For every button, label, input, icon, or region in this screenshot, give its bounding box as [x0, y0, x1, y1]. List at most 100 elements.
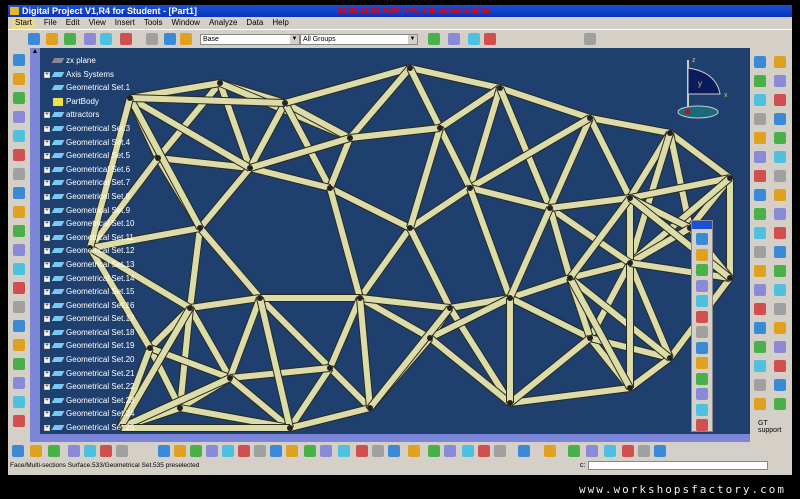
toolbar-button[interactable]: [754, 265, 766, 277]
toolbar-button[interactable]: [754, 132, 766, 144]
toolbar-button[interactable]: [774, 303, 786, 315]
expand-icon[interactable]: +: [44, 397, 50, 404]
expand-icon[interactable]: +: [44, 289, 50, 296]
menu-insert[interactable]: Insert: [115, 17, 135, 29]
toolbar-button[interactable]: [774, 341, 786, 353]
toolbar-button[interactable]: [222, 445, 234, 457]
toolbar-button[interactable]: [696, 419, 708, 431]
toolbar-button[interactable]: [13, 320, 25, 332]
toolbar-button[interactable]: [448, 33, 460, 45]
toolbar-button[interactable]: [754, 246, 766, 258]
tree-item[interactable]: + attractors: [42, 108, 134, 122]
toolbar-button[interactable]: [13, 415, 25, 427]
horizontal-scrollbar[interactable]: [30, 434, 750, 442]
toolbar-button[interactable]: [696, 233, 708, 245]
tree-scrollbar[interactable]: ▲: [30, 48, 40, 434]
tree-item[interactable]: + Geometrical Set.21: [42, 367, 134, 381]
toolbar-button[interactable]: [544, 445, 556, 457]
toolbar-button[interactable]: [286, 445, 298, 457]
toolbar-button[interactable]: [754, 208, 766, 220]
toolbar-button[interactable]: [304, 445, 316, 457]
toolbar-button[interactable]: [774, 56, 786, 68]
toolbar-button[interactable]: [604, 445, 616, 457]
toolbar-button[interactable]: [586, 445, 598, 457]
toolbar-button[interactable]: [696, 248, 708, 261]
toolbar-button[interactable]: [478, 445, 490, 457]
toolbar-button[interactable]: [356, 445, 368, 457]
toolbar-button[interactable]: [696, 279, 708, 292]
expand-icon[interactable]: +: [44, 302, 50, 309]
expand-icon[interactable]: +: [44, 71, 50, 78]
toolbar-button[interactable]: [13, 339, 25, 351]
toolbar-button[interactable]: [696, 341, 708, 354]
menu-view[interactable]: View: [89, 17, 106, 29]
toolbar-button[interactable]: [774, 246, 786, 258]
expand-icon[interactable]: +: [44, 207, 50, 214]
toolbar-button[interactable]: [48, 445, 60, 457]
toolbar-button[interactable]: [774, 398, 786, 410]
toolbar-button[interactable]: [146, 33, 158, 45]
tree-item[interactable]: + Geometrical Set.4: [42, 136, 134, 150]
3d-viewport[interactable]: ▲ zx plane + Axis Systems Geometrical Set.1…: [30, 48, 750, 434]
toolbar-button[interactable]: [100, 445, 112, 457]
toolbar-button[interactable]: [638, 445, 650, 457]
toolbar-button[interactable]: [774, 113, 786, 125]
tree-item[interactable]: + Geometrical Set.23: [42, 394, 134, 408]
toolbar-button[interactable]: [584, 33, 596, 45]
toolbar-button[interactable]: [84, 33, 96, 45]
tree-item[interactable]: + Geometrical Set.7: [42, 176, 134, 190]
expand-icon[interactable]: +: [44, 316, 50, 323]
expand-icon[interactable]: +: [44, 153, 50, 160]
expand-icon[interactable]: +: [44, 112, 50, 119]
toolbar-button[interactable]: [754, 227, 766, 239]
toolbar-button[interactable]: [13, 263, 25, 275]
toolbar-button[interactable]: [13, 301, 25, 313]
expand-icon[interactable]: +: [44, 221, 50, 228]
toolbar-button[interactable]: [696, 388, 708, 400]
toolbar-button[interactable]: [13, 358, 25, 370]
tree-item[interactable]: + Geometrical Set.10: [42, 217, 134, 231]
expand-icon[interactable]: +: [44, 180, 50, 187]
toolbar-button[interactable]: [462, 445, 474, 457]
toolbar-button[interactable]: [100, 33, 112, 45]
expand-icon[interactable]: +: [44, 343, 50, 350]
toolbar-button[interactable]: [754, 151, 766, 163]
expand-icon[interactable]: +: [44, 125, 50, 132]
toolbar-button[interactable]: [774, 189, 786, 201]
toolbar-button[interactable]: [754, 56, 766, 68]
menu-tools[interactable]: Tools: [144, 17, 163, 29]
toolbar-button[interactable]: [428, 445, 440, 457]
toolbar-button[interactable]: [238, 445, 250, 457]
menu-help[interactable]: Help: [272, 17, 288, 29]
expand-icon[interactable]: +: [44, 139, 50, 146]
toolbar-button[interactable]: [774, 379, 786, 391]
toolbar-button[interactable]: [774, 94, 786, 106]
expand-icon[interactable]: +: [44, 261, 50, 268]
tree-item[interactable]: + Geometrical Set.25: [42, 421, 134, 434]
toolbar-button[interactable]: [696, 372, 708, 385]
toolbar-button[interactable]: [388, 445, 400, 457]
toolbar-button[interactable]: [408, 445, 420, 457]
toolbar-button[interactable]: [116, 445, 128, 457]
toolbar-button[interactable]: [320, 445, 332, 457]
toolbar-button[interactable]: [754, 303, 766, 315]
toolbar-button[interactable]: [13, 73, 25, 85]
toolbar-button[interactable]: [754, 398, 766, 410]
toolbar-button[interactable]: [13, 377, 25, 389]
toolbar-button[interactable]: [774, 132, 786, 144]
tree-item[interactable]: + Axis Systems: [42, 68, 134, 82]
toolbar-button[interactable]: [774, 284, 786, 296]
toolbar-button[interactable]: [754, 75, 766, 87]
tree-item[interactable]: + Geometrical Set.19: [42, 339, 134, 353]
gt-support[interactable]: GT support: [758, 420, 781, 434]
menu-start[interactable]: Start: [12, 17, 35, 29]
toolbar-button[interactable]: [46, 33, 58, 45]
tree-item[interactable]: + Geometrical Set.17: [42, 312, 134, 326]
toolbar-button[interactable]: [696, 326, 708, 338]
tree-item[interactable]: + Geometrical Set.6: [42, 163, 134, 177]
expand-icon[interactable]: +: [44, 411, 50, 418]
toolbar-button[interactable]: [13, 244, 25, 256]
tree-item[interactable]: + Geometrical Set.5: [42, 149, 134, 163]
toolbar-button[interactable]: [696, 357, 708, 369]
tree-item[interactable]: PartBody: [42, 95, 134, 109]
